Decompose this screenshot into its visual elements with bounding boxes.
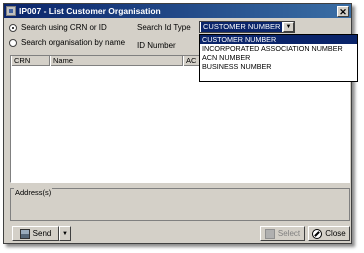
send-button-label: Send: [32, 229, 52, 238]
dropdown-option[interactable]: CUSTOMER NUMBER: [200, 35, 357, 44]
send-icon: [19, 228, 30, 239]
dropdown-option[interactable]: BUSINESS NUMBER: [200, 62, 357, 71]
address-group-label: Address(s): [14, 188, 53, 197]
search-crn-radio-option[interactable]: Search using CRN or ID: [9, 23, 107, 32]
address-list[interactable]: [13, 198, 347, 218]
search-name-radio-option[interactable]: Search organisation by name: [9, 38, 125, 47]
select-button-label: Select: [277, 229, 301, 238]
radio-crn[interactable]: [9, 23, 17, 32]
id-number-label: ID Number: [137, 41, 176, 50]
chevron-down-icon[interactable]: ▼: [283, 22, 294, 32]
window-close-button[interactable]: ✕: [337, 5, 349, 17]
chevron-down-icon: ▼: [62, 230, 68, 237]
close-button[interactable]: Close: [308, 226, 350, 241]
app-window-icon: [6, 6, 16, 16]
close-circle-icon: [312, 228, 323, 239]
title-bar[interactable]: IP007 - List Customer Organisation ✕: [4, 4, 351, 18]
address-group: Address(s): [10, 188, 350, 221]
search-id-type-label: Search Id Type: [137, 23, 191, 32]
column-header-name[interactable]: Name: [50, 56, 183, 66]
list-customer-organisation-window: IP007 - List Customer Organisation ✕ Sea…: [3, 3, 358, 244]
search-name-label: Search organisation by name: [21, 38, 126, 47]
send-button[interactable]: Send: [12, 226, 59, 241]
dropdown-option[interactable]: ACN NUMBER: [200, 53, 357, 62]
send-options-dropdown-button[interactable]: ▼: [59, 226, 71, 241]
select-icon: [264, 228, 275, 239]
search-id-type-select[interactable]: CUSTOMER NUMBER ▼: [199, 21, 295, 33]
column-header-crn[interactable]: CRN: [11, 56, 50, 66]
window-title: IP007 - List Customer Organisation: [19, 6, 161, 16]
select-button[interactable]: Select: [260, 226, 305, 241]
search-crn-label: Search using CRN or ID: [21, 23, 107, 32]
dropdown-option[interactable]: INCORPORATED ASSOCIATION NUMBER: [200, 44, 357, 53]
radio-name[interactable]: [9, 38, 17, 47]
search-id-type-dropdown: CUSTOMER NUMBER INCORPORATED ASSOCIATION…: [199, 34, 358, 82]
search-id-type-value: CUSTOMER NUMBER: [201, 22, 282, 32]
close-button-label: Close: [325, 229, 346, 238]
